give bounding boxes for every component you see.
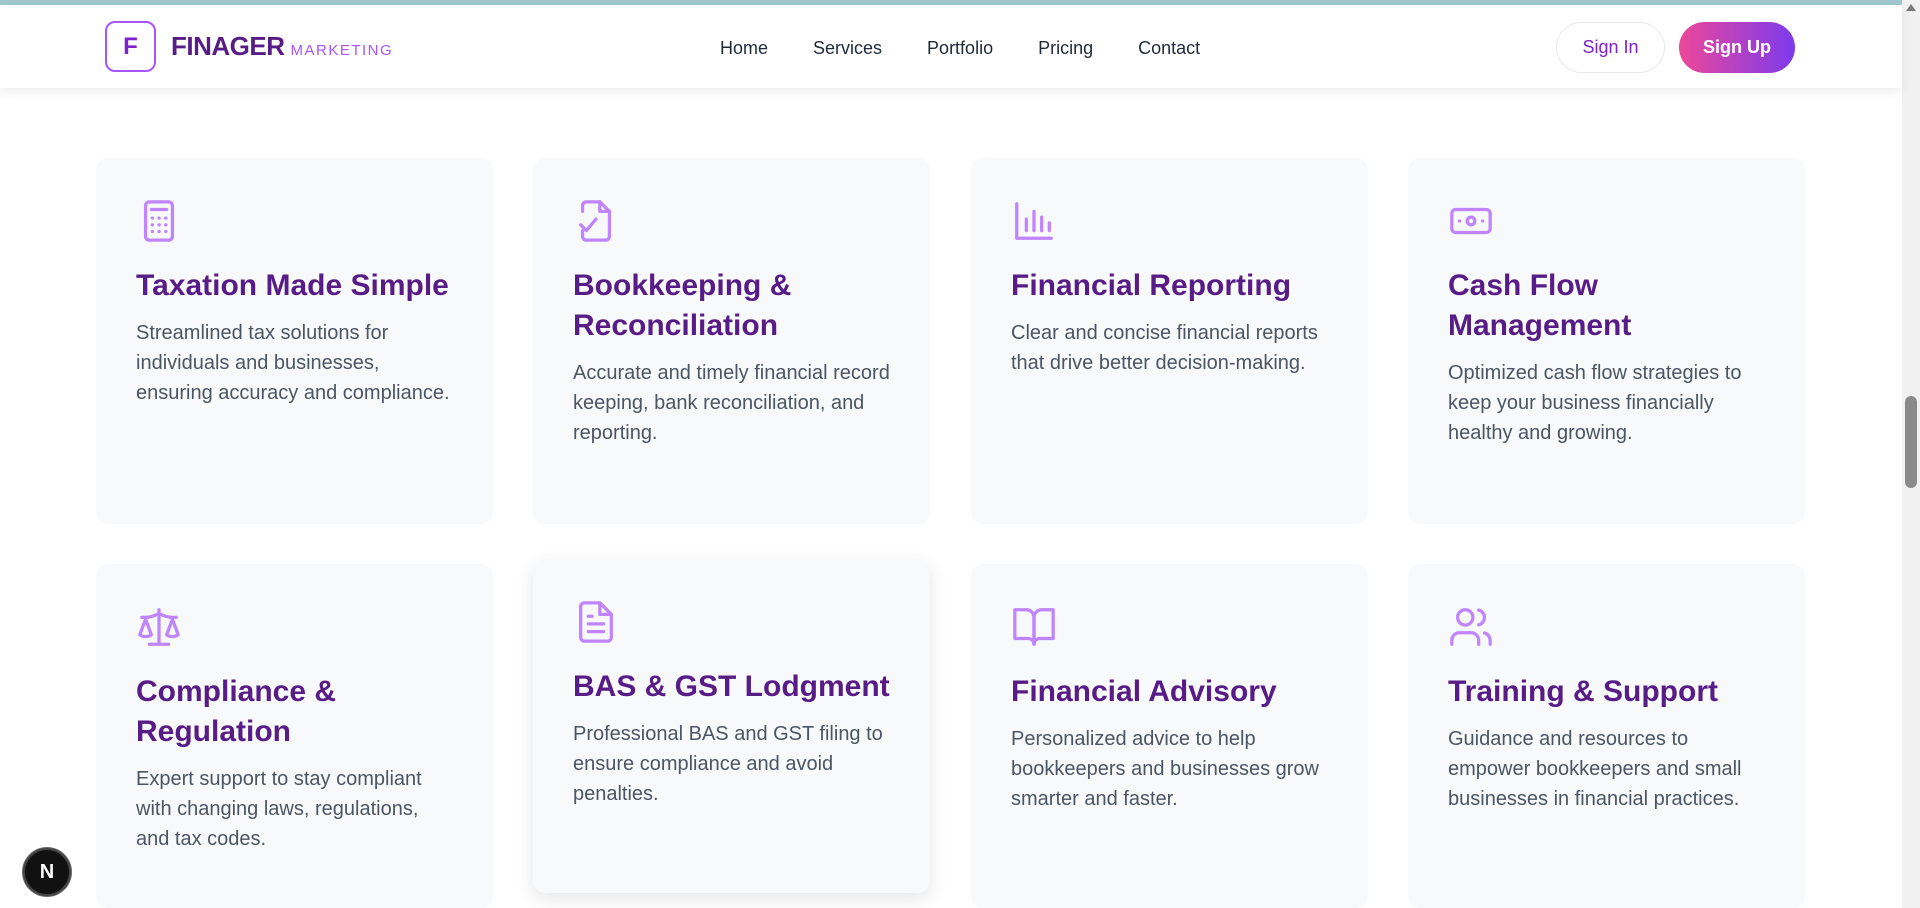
banknote-icon — [1448, 198, 1494, 244]
service-card-cashflow[interactable]: Cash Flow Management Optimized cash flow… — [1408, 158, 1805, 524]
service-description: Personalized advice to help bookkeepers … — [1011, 728, 1319, 810]
main-nav: Home Services Portfolio Pricing Contact — [720, 38, 1245, 59]
service-description: Expert support to stay compliant with ch… — [136, 768, 422, 850]
dev-tools-badge[interactable]: N — [23, 848, 71, 896]
scroll-up-arrow-icon[interactable] — [1906, 4, 1916, 11]
service-title: BAS & GST Lodgment — [573, 670, 890, 703]
calculator-icon — [136, 198, 182, 244]
sign-in-button[interactable]: Sign In — [1556, 22, 1665, 73]
service-card-compliance[interactable]: Compliance & Regulation Expert support t… — [96, 564, 493, 908]
service-description: Optimized cash flow strategies to keep y… — [1448, 362, 1742, 444]
file-text-icon — [573, 599, 619, 645]
service-card-advisory[interactable]: Financial Advisory Personalized advice t… — [971, 564, 1368, 908]
service-title: Financial Reporting — [1011, 269, 1292, 302]
service-card-training[interactable]: Training & Support Guidance and resource… — [1408, 564, 1805, 908]
service-description: Clear and concise financial reports that… — [1011, 322, 1318, 374]
service-description: Professional BAS and GST filing to ensur… — [573, 723, 883, 805]
service-description: Guidance and resources to empower bookke… — [1448, 728, 1742, 810]
logo-mark: F — [105, 21, 156, 72]
nav-services[interactable]: Services — [813, 38, 882, 59]
service-title: Cash Flow Management — [1448, 269, 1632, 342]
nav-portfolio[interactable]: Portfolio — [927, 38, 993, 59]
service-description: Streamlined tax solutions for individual… — [136, 322, 450, 404]
service-card-bookkeeping[interactable]: Bookkeeping & Reconciliation Accurate an… — [533, 158, 930, 524]
book-open-icon — [1011, 604, 1057, 650]
service-title: Taxation Made Simple — [136, 269, 449, 302]
sign-up-button[interactable]: Sign Up — [1679, 22, 1795, 73]
nav-pricing[interactable]: Pricing — [1038, 38, 1093, 59]
users-icon — [1448, 604, 1494, 650]
service-card-reporting[interactable]: Financial Reporting Clear and concise fi… — [971, 158, 1368, 524]
service-card-taxation[interactable]: Taxation Made Simple Streamlined tax sol… — [96, 158, 493, 524]
brand-subtitle: MARKETING — [290, 42, 394, 59]
service-title: Training & Support — [1448, 675, 1718, 708]
brand-name: FINAGER — [171, 31, 285, 61]
file-check-icon — [573, 198, 619, 244]
scrollbar-thumb[interactable] — [1905, 396, 1917, 488]
brand-logo[interactable]: F FINAGER MARKETING — [105, 21, 393, 72]
vertical-scrollbar[interactable] — [1902, 0, 1920, 908]
service-card-bas-gst[interactable]: BAS & GST Lodgment Professional BAS and … — [533, 559, 930, 893]
service-title: Financial Advisory — [1011, 675, 1277, 708]
service-description: Accurate and timely financial record kee… — [573, 362, 890, 444]
service-title: Compliance & Regulation — [136, 675, 337, 748]
service-title: Bookkeeping & Reconciliation — [573, 269, 792, 342]
nav-contact[interactable]: Contact — [1138, 38, 1200, 59]
bar-chart-icon — [1011, 198, 1057, 244]
nav-home[interactable]: Home — [720, 38, 768, 59]
scale-icon — [136, 604, 182, 650]
site-header: F FINAGER MARKETING Home Services Portfo… — [0, 5, 1902, 88]
